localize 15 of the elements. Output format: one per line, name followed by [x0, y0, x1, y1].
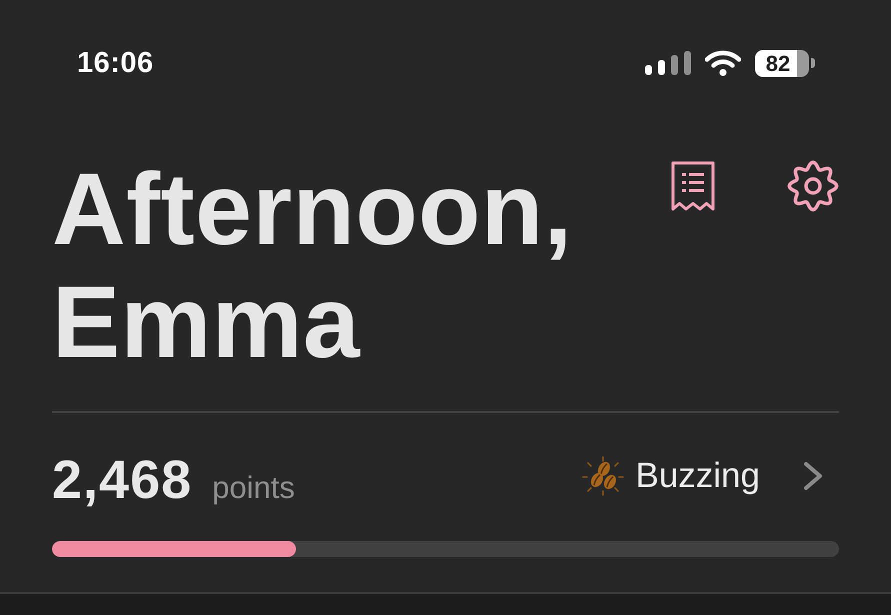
signal-icon: [645, 51, 691, 75]
receipt-button[interactable]: [671, 161, 715, 211]
status-level-link[interactable]: Buzzing: [582, 456, 823, 496]
receipt-icon: [671, 161, 715, 211]
settings-button[interactable]: [787, 160, 839, 212]
coffee-beans-icon: [582, 456, 624, 496]
status-level-label: Buzzing: [635, 456, 760, 496]
status-time: 16:06: [77, 46, 154, 80]
wifi-icon: [705, 50, 741, 76]
settings-icon: [787, 160, 839, 212]
greeting-heading: Afternoon, Emma: [52, 153, 574, 379]
points-label: points: [212, 470, 295, 506]
points-value: 2,468: [52, 449, 192, 511]
battery-percentage: 82: [755, 50, 809, 76]
chevron-right-icon: [803, 461, 823, 491]
